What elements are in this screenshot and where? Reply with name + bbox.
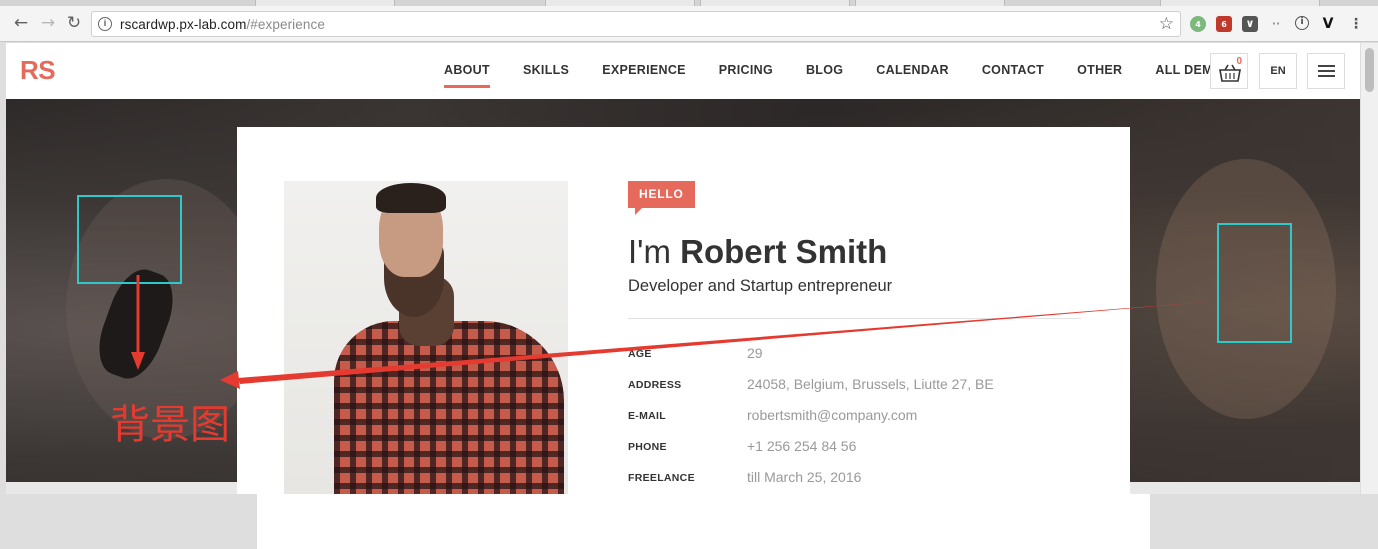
more-icon[interactable]: ⋮ xyxy=(1348,16,1364,32)
detail-row: ADDRESS 24058, Belgium, Brussels, Liutte … xyxy=(628,376,994,392)
menu-item-calendar[interactable]: CALENDAR xyxy=(876,63,949,77)
extension-icon[interactable]: i xyxy=(1295,16,1309,30)
email-link[interactable]: robertsmith@company.com xyxy=(747,407,917,423)
profile-role: Developer and Startup entrepreneur xyxy=(628,277,893,295)
extension-icon[interactable]: ·· xyxy=(1268,16,1284,32)
extension-icon[interactable]: 6 xyxy=(1216,16,1232,32)
browser-toolbar: ← → ↻ i rscardwp.px-lab.com/#experience … xyxy=(0,6,1378,42)
profile-card: HELLO I'm Robert Smith Developer and Sta… xyxy=(237,127,1130,494)
cart-button[interactable]: 0 xyxy=(1210,53,1248,89)
main-menu: ABOUT SKILLS EXPERIENCE PRICING BLOG CAL… xyxy=(444,63,1264,88)
url-text[interactable]: rscardwp.px-lab.com/#experience xyxy=(120,17,325,32)
extension-icon[interactable]: V xyxy=(1320,16,1336,32)
profile-photo xyxy=(284,181,568,494)
menu-item-contact[interactable]: CONTACT xyxy=(982,63,1044,77)
menu-item-pricing[interactable]: PRICING xyxy=(719,63,773,77)
star-icon[interactable]: ☆ xyxy=(1159,14,1174,34)
address-bar[interactable]: i rscardwp.px-lab.com/#experience ☆ xyxy=(91,11,1181,37)
menu-item-about[interactable]: ABOUT xyxy=(444,63,490,88)
detail-row: AGE 29 xyxy=(628,345,763,361)
cart-icon xyxy=(1219,64,1241,82)
menu-item-other[interactable]: OTHER xyxy=(1077,63,1122,77)
divider xyxy=(628,318,1081,319)
scrollbar-thumb[interactable] xyxy=(1365,48,1374,92)
menu-item-skills[interactable]: SKILLS xyxy=(523,63,569,77)
site-header: RS card ABOUT SKILLS EXPERIENCE PRICING … xyxy=(6,43,1360,549)
language-button[interactable]: EN xyxy=(1259,53,1297,89)
annotation-label: 背景图 xyxy=(110,402,230,448)
hamburger-menu-button[interactable] xyxy=(1307,53,1345,89)
logo[interactable]: RS card xyxy=(20,55,1150,549)
reload-icon[interactable]: ↻ xyxy=(63,12,85,34)
pocket-icon[interactable]: ∨ xyxy=(1242,16,1258,32)
profile-heading: I'm Robert Smith xyxy=(628,233,888,270)
hello-badge: HELLO xyxy=(628,181,695,215)
forward-icon[interactable]: → xyxy=(37,12,59,34)
extension-icon[interactable]: 4 xyxy=(1190,16,1206,32)
cart-count-badge: 0 xyxy=(1236,56,1242,67)
annotation-box xyxy=(1217,223,1292,343)
detail-row: E-MAIL robertsmith@company.com xyxy=(628,407,918,423)
scrollbar[interactable] xyxy=(1360,43,1378,494)
info-icon[interactable]: i xyxy=(98,17,112,31)
detail-row: PHONE +1 256 254 84 56 xyxy=(628,438,857,454)
hamburger-icon xyxy=(1318,65,1335,67)
annotation-box xyxy=(77,195,182,284)
back-icon[interactable]: ← xyxy=(10,12,32,34)
menu-item-experience[interactable]: EXPERIENCE xyxy=(602,63,686,77)
detail-row: FREELANCE till March 25, 2016 xyxy=(628,469,862,485)
menu-item-blog[interactable]: BLOG xyxy=(806,63,843,77)
